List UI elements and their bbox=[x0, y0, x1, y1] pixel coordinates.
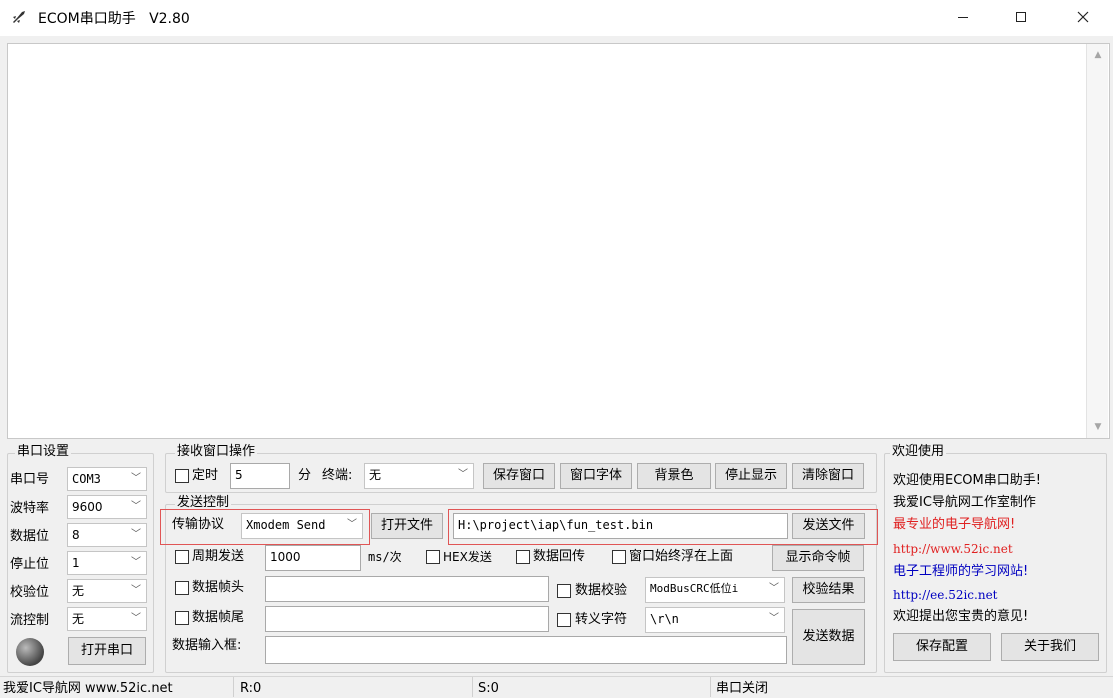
open-file-button[interactable]: 打开文件 bbox=[371, 513, 443, 539]
maximize-icon bbox=[1016, 12, 1026, 22]
open-port-button[interactable]: 打开串口 bbox=[68, 637, 146, 665]
chevron-down-icon: ﹀ bbox=[131, 557, 141, 568]
background-color-button[interactable]: 背景色 bbox=[637, 463, 711, 489]
data-echo-checkbox[interactable] bbox=[516, 550, 530, 564]
hex-send-label: HEX发送 bbox=[443, 550, 492, 564]
close-button[interactable] bbox=[1060, 0, 1106, 34]
escape-chars-select[interactable]: \r\n ﹀ bbox=[645, 607, 785, 633]
save-config-button[interactable]: 保存配置 bbox=[893, 633, 991, 661]
welcome-line-3: 最专业的电子导航网! bbox=[893, 517, 1016, 532]
welcome-link-1[interactable]: http://www.52ic.net bbox=[893, 540, 1013, 558]
data-check-checkbox[interactable] bbox=[557, 584, 571, 598]
protocol-select[interactable]: Xmodem Send ﹀ bbox=[241, 513, 363, 539]
receive-text-area[interactable] bbox=[7, 43, 1110, 439]
status-separator bbox=[710, 677, 711, 697]
data-input-label: 数据输入框: bbox=[172, 638, 242, 653]
chevron-down-icon: ﹀ bbox=[769, 613, 779, 624]
stopbits-select[interactable]: 1 ﹀ bbox=[67, 551, 147, 575]
send-file-button[interactable]: 发送文件 bbox=[792, 513, 865, 539]
welcome-line-5: 电子工程师的学习网站! bbox=[893, 564, 1029, 579]
save-window-button[interactable]: 保存窗口 bbox=[483, 463, 555, 489]
show-command-frame-button[interactable]: 显示命令帧 bbox=[772, 545, 864, 571]
file-path-input[interactable]: H:\project\iap\fun_test.bin bbox=[453, 513, 788, 539]
port-label: 串口号 bbox=[10, 472, 50, 487]
protocol-label: 传输协议 bbox=[172, 517, 225, 532]
timer-unit: 分 bbox=[298, 468, 312, 483]
data-echo-label: 数据回传 bbox=[533, 549, 586, 564]
escape-chars-checkbox[interactable] bbox=[557, 613, 571, 627]
baud-select[interactable]: 9600 ﹀ bbox=[67, 495, 147, 519]
timer-label: 定时 bbox=[192, 468, 219, 483]
frame-head-checkbox[interactable] bbox=[175, 581, 189, 595]
window-font-button[interactable]: 窗口字体 bbox=[560, 463, 632, 489]
parity-select[interactable]: 无 ﹀ bbox=[67, 579, 147, 603]
welcome-legend: 欢迎使用 bbox=[890, 444, 947, 460]
chevron-down-icon: ﹀ bbox=[131, 613, 141, 624]
check-result-button[interactable]: 校验结果 bbox=[792, 577, 865, 603]
port-status-led-icon bbox=[16, 638, 44, 666]
vertical-scrollbar[interactable]: ▲ ▼ bbox=[1086, 44, 1108, 438]
welcome-line-1: 欢迎使用ECOM串口助手! bbox=[893, 473, 1041, 488]
about-us-button[interactable]: 关于我们 bbox=[1001, 633, 1099, 661]
stopbits-label: 停止位 bbox=[10, 557, 50, 572]
chevron-down-icon: ﹀ bbox=[347, 519, 357, 530]
window-title: ECOM串口助手 V2.80 bbox=[38, 11, 190, 27]
frame-tail-input[interactable] bbox=[265, 606, 549, 632]
chevron-down-icon: ﹀ bbox=[458, 469, 468, 480]
chevron-down-icon: ﹀ bbox=[769, 583, 779, 594]
data-input-field[interactable] bbox=[265, 636, 787, 664]
timer-checkbox[interactable] bbox=[175, 469, 189, 483]
timer-input[interactable]: 5 bbox=[230, 463, 290, 489]
welcome-line-7: 欢迎提出您宝贵的意见! bbox=[893, 609, 1029, 624]
scroll-down-icon[interactable]: ▼ bbox=[1093, 422, 1103, 432]
serial-settings-legend: 串口设置 bbox=[15, 444, 72, 460]
flow-select[interactable]: 无 ﹀ bbox=[67, 607, 147, 631]
status-separator bbox=[233, 677, 234, 697]
frame-head-label: 数据帧头 bbox=[192, 580, 245, 595]
status-tx-count: S:0 bbox=[478, 681, 499, 696]
rocket-icon bbox=[13, 11, 25, 23]
baud-label: 波特率 bbox=[10, 501, 50, 516]
terminal-select[interactable]: 无 ﹀ bbox=[364, 463, 474, 489]
receive-ops-legend: 接收窗口操作 bbox=[175, 444, 258, 460]
parity-label: 校验位 bbox=[10, 585, 50, 600]
chevron-down-icon: ﹀ bbox=[131, 585, 141, 596]
databits-select[interactable]: 8 ﹀ bbox=[67, 523, 147, 547]
welcome-link-2[interactable]: http://ee.52ic.net bbox=[893, 586, 998, 604]
minimize-button[interactable] bbox=[940, 0, 986, 34]
check-method-select[interactable]: ModBusCRC低位i ﹀ bbox=[645, 577, 785, 603]
escape-chars-label: 转义字符 bbox=[575, 612, 628, 627]
data-check-label: 数据校验 bbox=[575, 583, 628, 598]
status-port-state: 串口关闭 bbox=[716, 681, 769, 696]
flow-label: 流控制 bbox=[10, 613, 50, 628]
chevron-down-icon: ﹀ bbox=[131, 473, 141, 484]
welcome-line-2: 我爱IC导航网工作室制作 bbox=[893, 495, 1036, 510]
status-separator bbox=[472, 677, 473, 697]
close-icon bbox=[1077, 11, 1089, 23]
clear-window-button[interactable]: 清除窗口 bbox=[792, 463, 864, 489]
always-on-top-checkbox[interactable] bbox=[612, 550, 626, 564]
hex-send-checkbox[interactable] bbox=[426, 550, 440, 564]
frame-tail-label: 数据帧尾 bbox=[192, 610, 245, 625]
status-site: 我爱IC导航网 www.52ic.net bbox=[3, 681, 173, 696]
chevron-down-icon: ﹀ bbox=[131, 501, 141, 512]
port-select[interactable]: COM3 ﹀ bbox=[67, 467, 147, 491]
stop-display-button[interactable]: 停止显示 bbox=[715, 463, 787, 489]
scroll-up-icon[interactable]: ▲ bbox=[1093, 50, 1103, 60]
periodic-unit: ms/次 bbox=[368, 550, 402, 564]
send-data-button[interactable]: 发送数据 bbox=[792, 609, 865, 665]
periodic-send-checkbox[interactable] bbox=[175, 550, 189, 564]
minimize-icon bbox=[958, 17, 968, 18]
databits-label: 数据位 bbox=[10, 529, 50, 544]
periodic-interval-input[interactable]: 1000 bbox=[265, 545, 361, 571]
status-rx-count: R:0 bbox=[240, 681, 262, 696]
terminal-label: 终端: bbox=[322, 468, 353, 483]
maximize-button[interactable] bbox=[998, 0, 1044, 34]
always-on-top-label: 窗口始终浮在上面 bbox=[629, 549, 734, 564]
periodic-send-label: 周期发送 bbox=[192, 549, 245, 564]
frame-tail-checkbox[interactable] bbox=[175, 611, 189, 625]
frame-head-input[interactable] bbox=[265, 576, 549, 602]
chevron-down-icon: ﹀ bbox=[131, 529, 141, 540]
